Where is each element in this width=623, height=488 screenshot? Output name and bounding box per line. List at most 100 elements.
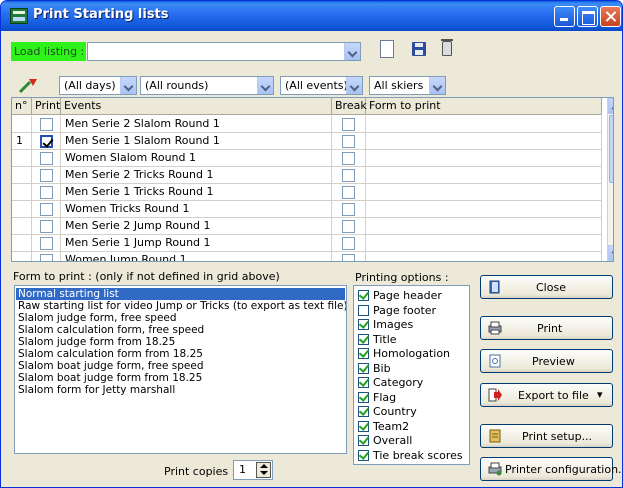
list-item[interactable]: Slalom boat judge form from 18.25 [16,372,345,384]
col-header-form[interactable]: Form to print [366,98,602,115]
event-cell[interactable]: Women Jump Round 1 [61,252,332,261]
printing-option[interactable]: Homologation [358,348,468,360]
list-item[interactable]: Slalom calculation form, free speed [16,324,345,336]
break-checkbox[interactable] [342,186,355,199]
skiers-filter-combo[interactable]: All skiers [369,76,446,95]
table-row[interactable]: Women Slalom Round 1 [12,150,602,167]
print-checkbox[interactable] [40,186,53,199]
list-item[interactable]: Slalom boat judge form, free speed [16,360,345,372]
option-checkbox[interactable] [358,449,369,461]
option-checkbox[interactable] [358,420,369,432]
preview-button[interactable]: Preview [480,349,613,373]
list-item[interactable]: Normal starting list [16,288,345,300]
print-checkbox[interactable] [40,237,53,250]
close-window-button[interactable] [600,6,621,27]
new-file-icon[interactable] [380,40,394,58]
trash-icon[interactable] [441,39,453,56]
maximize-button[interactable] [577,6,598,27]
form-cell[interactable] [366,116,602,133]
print-checkbox[interactable] [40,152,53,165]
option-checkbox[interactable] [358,377,369,388]
printing-option[interactable]: Tie break scores [358,449,468,462]
event-cell[interactable]: Women Slalom Round 1 [61,150,332,167]
print-copies-spinner[interactable]: 1 [233,460,273,480]
event-cell[interactable]: Men Serie 1 Tricks Round 1 [61,184,332,201]
printing-option[interactable]: Flag [358,391,468,404]
form-cell[interactable] [366,235,602,252]
scroll-down-icon[interactable] [608,245,613,261]
vertical-scrollbar[interactable] [607,98,613,261]
option-checkbox[interactable] [358,435,369,446]
event-cell[interactable]: Men Serie 2 Slalom Round 1 [61,116,332,133]
chevron-down-icon[interactable] [120,77,136,94]
break-checkbox[interactable] [342,118,355,131]
print-checkbox[interactable] [40,135,53,148]
load-listing-combo[interactable] [87,42,361,61]
chevron-down-icon[interactable] [257,77,273,94]
printing-option[interactable]: Overall [358,435,468,447]
break-checkbox[interactable] [342,135,355,148]
print-checkbox[interactable] [40,220,53,233]
chevron-down-icon[interactable] [429,77,445,94]
event-cell[interactable]: Men Serie 1 Slalom Round 1 [61,133,332,150]
option-checkbox[interactable] [358,290,369,301]
table-row[interactable]: 1 Men Serie 1 Slalom Round 1 [12,133,602,150]
events-grid[interactable]: n° Print Events Break Form to print Men … [11,97,614,262]
col-header-print[interactable]: Print [32,98,61,115]
printing-option[interactable]: Bib [358,362,468,375]
printing-option[interactable]: Team2 [358,420,468,433]
print-button[interactable]: Print [480,316,613,340]
event-cell[interactable]: Women Tricks Round 1 [61,201,332,218]
print-setup-button[interactable]: Print setup... [480,424,613,448]
form-cell[interactable] [366,218,602,235]
form-cell[interactable] [366,150,602,167]
printing-option[interactable]: Title [358,333,468,346]
col-header-events[interactable]: Events [61,98,332,115]
list-item[interactable]: Slalom judge form, free speed [16,312,345,324]
event-cell[interactable]: Men Serie 2 Jump Round 1 [61,218,332,235]
table-row[interactable]: Women Jump Round 1 [12,252,602,261]
printing-option[interactable]: Page footer [358,304,468,317]
event-cell[interactable]: Men Serie 1 Jump Round 1 [61,235,332,252]
minimize-button[interactable] [554,6,575,27]
export-to-file-button[interactable]: Export to file ▾ [480,383,613,407]
table-row[interactable]: Men Serie 2 Jump Round 1 [12,218,602,235]
form-cell[interactable] [366,201,602,218]
printing-option[interactable]: Country [358,406,468,418]
form-to-print-list[interactable]: Normal starting list Raw starting list fo… [14,285,347,454]
printing-option[interactable]: Images [358,319,468,331]
list-item[interactable]: Slalom judge form from 18.25 [16,336,345,348]
printing-option[interactable]: Page header [358,290,468,302]
table-row[interactable]: Men Serie 1 Jump Round 1 [12,235,602,252]
form-cell[interactable] [366,252,602,261]
form-cell[interactable] [366,167,602,184]
printing-option[interactable]: Category [358,377,468,389]
event-cell[interactable]: Men Serie 2 Tricks Round 1 [61,167,332,184]
form-cell[interactable] [366,184,602,201]
print-checkbox[interactable] [40,254,53,261]
rounds-filter-combo[interactable]: (All rounds) [140,76,274,95]
table-row[interactable]: Men Serie 1 Tricks Round 1 [12,184,602,201]
print-copies-value[interactable]: 1 [239,463,246,476]
option-checkbox[interactable] [358,333,369,345]
filter-wand-icon[interactable] [17,76,39,94]
table-row[interactable]: Men Serie 2 Slalom Round 1 [12,116,602,133]
close-button[interactable]: Close [480,275,613,299]
printer-configuration-button[interactable]: Printer configuration... [480,457,622,481]
option-checkbox[interactable] [358,319,369,330]
break-checkbox[interactable] [342,220,355,233]
list-item[interactable]: Raw starting list for video Jump or Tric… [16,300,346,312]
break-checkbox[interactable] [342,203,355,216]
table-row[interactable]: Women Tricks Round 1 [12,201,602,218]
spin-updown-icon[interactable] [256,462,271,478]
option-checkbox[interactable] [358,304,369,316]
days-filter-combo[interactable]: (All days) [59,76,137,95]
events-filter-combo[interactable]: (All events) [280,76,363,95]
print-checkbox[interactable] [40,118,53,131]
table-row[interactable]: Men Serie 2 Tricks Round 1 [12,167,602,184]
break-checkbox[interactable] [342,169,355,182]
break-checkbox[interactable] [342,254,355,261]
title-bar[interactable]: Print Starting lists [1,1,622,31]
print-checkbox[interactable] [40,203,53,216]
chevron-down-icon[interactable] [344,43,360,60]
